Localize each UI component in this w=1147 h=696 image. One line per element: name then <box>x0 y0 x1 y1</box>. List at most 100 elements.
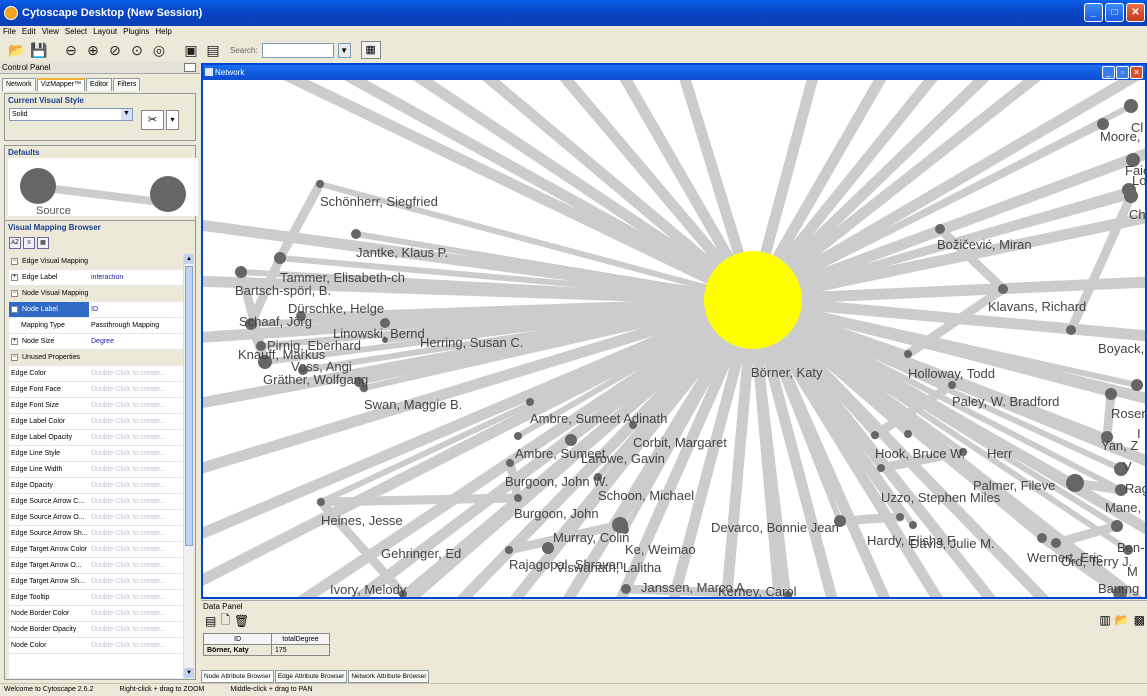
menu-select[interactable]: Select <box>65 26 87 38</box>
scroll-down-icon[interactable]: ▼ <box>184 668 194 678</box>
graph-node[interactable] <box>351 229 361 239</box>
visual-style-options-button[interactable]: ✂ <box>141 110 164 130</box>
property-row[interactable]: Edge Font Size Double-Click to create... <box>9 398 183 414</box>
menu-layout[interactable]: Layout <box>93 26 117 38</box>
property-row[interactable]: Edge Source Arrow O... Double-Click to cr… <box>9 510 183 526</box>
graph-node[interactable] <box>565 434 577 446</box>
visual-style-select[interactable]: Solid ▼ <box>9 108 133 121</box>
property-row[interactable]: Mapping Type Passthrough Mapping <box>9 318 183 334</box>
property-value[interactable]: Double-Click to create... <box>89 494 183 509</box>
tab-network-attribute-browser[interactable]: Network Attribute Browser <box>348 670 430 683</box>
property-row[interactable]: Edge Target Arrow O... Double-Click to cr… <box>9 558 183 574</box>
property-value[interactable]: interaction <box>89 270 183 285</box>
graph-node[interactable] <box>871 431 879 439</box>
matrix-icon[interactable]: ▩ <box>1134 613 1145 627</box>
menu-edit[interactable]: Edit <box>22 26 36 38</box>
property-row[interactable]: − Unused Properties <box>9 350 183 366</box>
property-value[interactable]: Double-Click to create... <box>89 606 183 621</box>
graph-node[interactable] <box>909 521 917 529</box>
help-icon[interactable]: ◎ <box>150 41 168 59</box>
graph-node[interactable] <box>877 464 885 472</box>
delete-attribute-icon[interactable]: 🗑 <box>234 614 249 628</box>
new-attribute-icon[interactable]: 🗋 <box>220 611 230 632</box>
property-value[interactable]: ID <box>89 302 183 317</box>
graph-node[interactable] <box>1037 533 1047 543</box>
graph-node[interactable] <box>274 252 286 264</box>
property-row[interactable]: Edge Font Face Double-Click to create... <box>9 382 183 398</box>
property-value[interactable]: Double-Click to create... <box>89 478 183 493</box>
expand-icon[interactable]: + <box>11 337 18 345</box>
column-header-id[interactable]: ID <box>203 633 272 645</box>
property-value[interactable]: Degree <box>89 334 183 349</box>
property-value[interactable]: Double-Click to create... <box>89 398 183 413</box>
property-row[interactable]: Edge Target Arrow Color Double-Click to c… <box>9 542 183 558</box>
property-value[interactable]: Double-Click to create... <box>89 574 183 589</box>
sort-icon[interactable]: AZ <box>9 237 21 249</box>
graph-node[interactable] <box>998 284 1008 294</box>
graph-edge[interactable] <box>835 512 905 526</box>
scroll-up-icon[interactable]: ▲ <box>184 254 194 264</box>
property-value[interactable]: Double-Click to create... <box>89 430 183 445</box>
menu-plugins[interactable]: Plugins <box>123 26 149 38</box>
graph-node[interactable] <box>896 513 904 521</box>
center-node[interactable] <box>704 251 802 349</box>
cell-total-degree[interactable]: 175 <box>271 644 330 656</box>
column-header-total-degree[interactable]: totalDegree <box>271 633 330 645</box>
graph-edge[interactable] <box>316 493 523 507</box>
property-row[interactable]: Node Color Double-Click to create... <box>9 638 183 654</box>
graph-node[interactable] <box>506 459 514 467</box>
property-row[interactable]: − Node Label ID <box>9 302 183 318</box>
property-row[interactable]: Edge Target Arrow Sh... Double-Click to c… <box>9 574 183 590</box>
tab-edge-attribute-browser[interactable]: Edge Attribute Browser <box>274 670 348 683</box>
collapse-icon[interactable]: − <box>11 353 18 361</box>
tab-vizmapper[interactable]: VizMapper™ <box>36 78 86 91</box>
graph-node[interactable] <box>1066 474 1084 492</box>
collapse-icon[interactable]: − <box>11 257 18 265</box>
select-attributes-icon[interactable]: ▤ <box>205 614 216 628</box>
close-button[interactable]: ✕ <box>1126 3 1145 22</box>
property-row[interactable]: − Edge Visual Mapping <box>9 254 183 270</box>
description-icon[interactable]: ▦ <box>37 237 49 249</box>
property-scrollbar[interactable]: ▲ ▼ <box>183 254 194 678</box>
zoom-fit-icon[interactable]: ⊙ <box>128 41 146 59</box>
chevron-down-icon[interactable]: ▼ <box>121 109 132 120</box>
tab-editor[interactable]: Editor <box>86 78 113 91</box>
maximize-button[interactable]: □ <box>1105 3 1124 22</box>
property-row[interactable]: + Edge Label interaction <box>9 270 183 286</box>
property-value[interactable]: Double-Click to create... <box>89 510 183 525</box>
graph-node[interactable] <box>935 224 945 234</box>
expand-icon[interactable]: + <box>11 273 18 281</box>
graph-node[interactable] <box>1124 99 1138 113</box>
graph-node[interactable] <box>1105 388 1117 400</box>
graph-node[interactable] <box>904 350 912 358</box>
vizmapper-icon[interactable]: ▤ <box>204 41 222 59</box>
search-options-button[interactable]: ▦ <box>360 41 381 59</box>
tab-network[interactable]: Network <box>2 78 36 91</box>
save-icon[interactable]: 💾 <box>30 41 48 59</box>
property-value[interactable]: Double-Click to create... <box>89 446 183 461</box>
search-input[interactable] <box>261 42 334 58</box>
scroll-thumb[interactable] <box>185 266 193 546</box>
property-value[interactable]: Passthrough Mapping <box>89 318 183 333</box>
zoom-out-icon[interactable]: ⊖ <box>62 41 80 59</box>
property-value[interactable]: Double-Click to create... <box>89 638 183 653</box>
tab-filters[interactable]: Filters <box>113 78 141 91</box>
graph-node[interactable] <box>526 398 534 406</box>
graph-node[interactable] <box>1066 325 1076 335</box>
property-value[interactable]: Double-Click to create... <box>89 462 183 477</box>
graph-node[interactable] <box>1131 379 1143 391</box>
property-row[interactable]: Edge Tooltip Double-Click to create... <box>9 590 183 606</box>
graph-node[interactable] <box>514 432 522 440</box>
property-value[interactable]: Double-Click to create... <box>89 542 183 557</box>
zoom-in-icon[interactable]: ⊕ <box>84 41 102 59</box>
network-canvas[interactable]: Schönherr, Siegfried Jantke, Klaus P. Tamm… <box>203 80 1145 597</box>
network-minimize-button[interactable]: _ <box>1102 66 1115 79</box>
graph-node[interactable] <box>621 584 631 594</box>
graph-edge[interactable] <box>275 179 325 263</box>
property-value[interactable]: Double-Click to create... <box>89 558 183 573</box>
graph-node[interactable] <box>514 494 522 502</box>
property-row[interactable]: Edge Source Arrow Sh... Double-Click to c… <box>9 526 183 542</box>
property-row[interactable]: Edge Line Style Double-Click to create... <box>9 446 183 462</box>
property-value[interactable]: Double-Click to create... <box>89 526 183 541</box>
open-icon[interactable]: 📂 <box>1115 613 1130 627</box>
